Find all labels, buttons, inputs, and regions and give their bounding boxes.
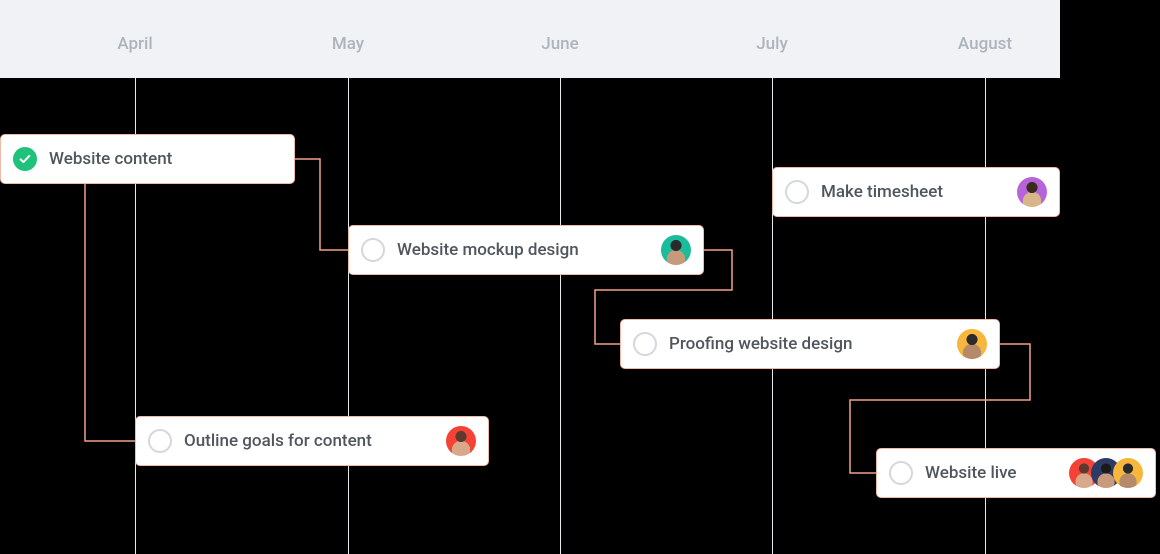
task-label: Proofing website design: [669, 334, 945, 354]
gridline: [772, 78, 773, 554]
avatar-group: [252, 144, 282, 174]
avatar-group: [1069, 458, 1143, 488]
task-website-live[interactable]: Website live: [876, 448, 1156, 498]
status-open-icon: [148, 429, 172, 453]
status-open-icon: [361, 238, 385, 262]
task-label: Make timesheet: [821, 182, 1005, 202]
avatar: [1017, 177, 1047, 207]
connector-path: [85, 184, 135, 441]
task-website-content[interactable]: Website content: [0, 134, 295, 184]
connector-path: [295, 159, 348, 250]
task-website-mockup-design[interactable]: Website mockup design: [348, 225, 704, 275]
month-label-april: April: [117, 34, 152, 54]
task-proofing-website-design[interactable]: Proofing website design: [620, 319, 1000, 369]
task-make-timesheet[interactable]: Make timesheet: [772, 167, 1060, 217]
task-label: Outline goals for content: [184, 431, 434, 451]
month-label-may: May: [332, 34, 364, 54]
avatar-group: [957, 329, 987, 359]
task-label: Website content: [49, 149, 240, 169]
avatar: [446, 426, 476, 456]
avatar: [252, 144, 282, 174]
status-done-icon: [13, 147, 37, 171]
task-outline-goals-for-content[interactable]: Outline goals for content: [135, 416, 489, 466]
timeline-header: [0, 0, 1060, 78]
avatar-group: [446, 426, 476, 456]
status-open-icon: [633, 332, 657, 356]
status-open-icon: [785, 180, 809, 204]
avatar: [957, 329, 987, 359]
task-label: Website mockup design: [397, 240, 649, 260]
avatar-group: [661, 235, 691, 265]
gridline: [348, 78, 349, 554]
avatar: [661, 235, 691, 265]
status-open-icon: [889, 461, 913, 485]
avatar-group: [1017, 177, 1047, 207]
gridline: [560, 78, 561, 554]
avatar: [1113, 458, 1143, 488]
month-label-july: July: [756, 34, 788, 54]
month-label-august: August: [958, 34, 1012, 54]
task-label: Website live: [925, 463, 1057, 483]
month-label-june: June: [541, 34, 578, 54]
